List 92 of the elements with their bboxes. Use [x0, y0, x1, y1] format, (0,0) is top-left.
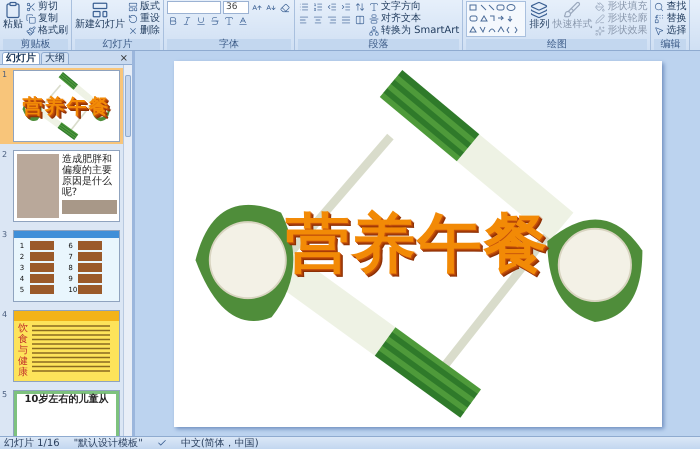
slide-action[interactable]: 删除: [128, 25, 160, 36]
panel-tab[interactable]: 幻灯片: [2, 52, 40, 64]
photo-placeholder: [78, 285, 102, 294]
photo-placeholder: [30, 285, 54, 294]
text-direction-icon: [369, 2, 379, 12]
photo-placeholder: [16, 154, 59, 218]
delete-icon: [128, 26, 138, 36]
slide-number: 2: [2, 150, 8, 161]
italic-icon[interactable]: [181, 15, 193, 27]
new-slide-button[interactable]: 新建幻灯片: [75, 1, 125, 30]
paragraph-action[interactable]: 转换为 SmartArt: [369, 25, 460, 36]
slide-number: 5: [2, 390, 8, 401]
align-left-icon[interactable]: [298, 14, 310, 26]
numbered-list-icon[interactable]: [312, 1, 324, 13]
pen-icon: [595, 14, 606, 24]
clipboard-icon: [4, 1, 22, 19]
photo-placeholder: [78, 274, 102, 283]
font-name-field[interactable]: [167, 1, 221, 14]
photo-placeholder: [78, 241, 102, 250]
slide-number: 1: [2, 70, 8, 81]
thumbnail-text: 10岁左右的儿童从: [24, 394, 108, 405]
photo-placeholder: [78, 263, 102, 272]
clipboard-action[interactable]: 格式刷: [26, 25, 68, 36]
language: 中文(简体，中国): [180, 438, 259, 448]
spellcheck-icon: [156, 438, 167, 448]
slide-number: 3: [2, 230, 8, 241]
photo-placeholder: [30, 252, 54, 261]
slide-thumbnail[interactable]: 造成肥胖和偏瘦的主要原因是什么呢?: [12, 150, 120, 222]
theme-name: "默认设计模板": [74, 438, 143, 448]
columns-icon[interactable]: [354, 14, 366, 26]
paste-button[interactable]: 粘贴: [3, 1, 23, 30]
photo-placeholder: [30, 241, 54, 250]
vertical-title: 饮食与健康: [18, 323, 28, 378]
photo-placeholder: [30, 263, 54, 272]
strikethrough-icon[interactable]: [209, 15, 221, 27]
pointer-icon: [654, 26, 664, 36]
layout-icon: [128, 2, 138, 12]
brush-icon: [563, 1, 582, 19]
group-label: 段落: [298, 39, 460, 50]
paint-bucket-icon: [595, 2, 606, 12]
thumbnail-text: 造成肥胖和偏瘦的主要原因是什么呢?: [62, 154, 113, 198]
align-text-icon: [369, 14, 379, 24]
justify-icon[interactable]: [340, 14, 352, 26]
line-spacing-icon[interactable]: [354, 1, 366, 13]
slide-thumbnail-row[interactable]: 5 10岁左右的儿童从: [0, 388, 123, 436]
close-button[interactable]: ×: [116, 53, 132, 64]
photo-placeholder: [30, 274, 54, 283]
arrange-button[interactable]: 排列: [529, 1, 550, 30]
slide-number: 4: [2, 310, 8, 321]
slide-thumbnail[interactable]: 饮食与健康: [12, 310, 120, 382]
font-size-field[interactable]: 36: [223, 1, 249, 14]
editing-action[interactable]: 替换: [654, 13, 686, 24]
group-label: 剪贴板: [3, 39, 68, 50]
editing-action[interactable]: 选择: [654, 25, 686, 36]
scissors-icon: [26, 2, 36, 12]
eraser-icon[interactable]: [279, 2, 291, 14]
scrollbar[interactable]: [123, 65, 132, 436]
slide-thumbnail[interactable]: 10岁左右的儿童从: [12, 390, 120, 436]
underline-icon[interactable]: [195, 15, 207, 27]
layers-icon: [530, 1, 548, 19]
slide-action[interactable]: 重设: [128, 13, 160, 24]
copy-icon: [26, 14, 36, 24]
outdent-icon[interactable]: [326, 1, 338, 13]
align-center-icon[interactable]: [312, 14, 324, 26]
font-color-icon[interactable]: [237, 15, 249, 27]
paragraph-action[interactable]: 文字方向: [369, 1, 460, 12]
photo-placeholder: [78, 252, 102, 261]
clipboard-action[interactable]: 复制: [26, 13, 68, 24]
shapes-gallery[interactable]: [466, 1, 526, 37]
editing-action[interactable]: 查找: [654, 1, 686, 12]
slide-icon: [91, 1, 109, 19]
text-icon[interactable]: [223, 15, 235, 27]
smartart-icon: [369, 26, 379, 36]
align-right-icon[interactable]: [326, 14, 338, 26]
group-label: 幻灯片: [75, 39, 160, 50]
slide-thumbnail-row[interactable]: 4 饮食与健康: [0, 308, 123, 384]
clipboard-action[interactable]: 剪切: [26, 1, 68, 12]
reset-icon: [128, 14, 138, 24]
indent-icon[interactable]: [340, 1, 352, 13]
bold-icon[interactable]: [167, 15, 179, 27]
group-label: 绘图: [466, 39, 648, 50]
panel-tab[interactable]: 大纲: [41, 52, 69, 64]
group-label: 字体: [167, 39, 291, 50]
slide-counter: 幻灯片 1/16: [4, 438, 60, 448]
search-icon: [654, 2, 664, 12]
photo-placeholder: [62, 200, 117, 214]
brush-icon: [26, 26, 36, 36]
paragraph-action[interactable]: 对齐文本: [369, 13, 460, 24]
group-label: 编辑: [654, 39, 686, 50]
slide-thumbnail-row[interactable]: 2 造成肥胖和偏瘦的主要原因是什么呢?: [0, 148, 123, 224]
sparkle-icon: [595, 26, 606, 36]
slide-action[interactable]: 版式: [128, 1, 160, 12]
